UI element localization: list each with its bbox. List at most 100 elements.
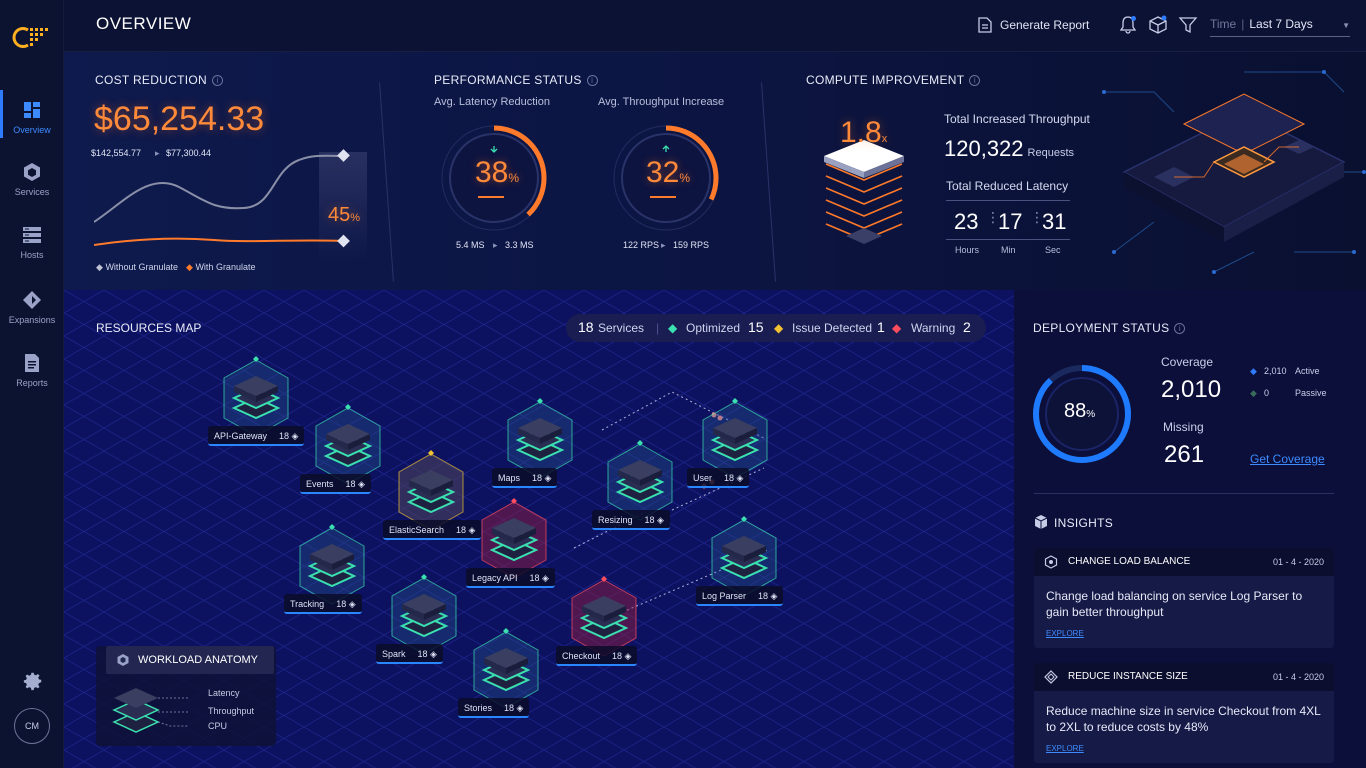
service-count: 18 ◈ — [724, 473, 744, 483]
legend-with: ◆ With Granulate — [186, 262, 256, 272]
service-count: 18 ◈ — [504, 703, 524, 713]
generate-report-button[interactable]: Generate Report — [978, 17, 1089, 33]
sidebar-item-hosts[interactable]: Hosts — [0, 215, 64, 271]
service-count: 18 ◈ — [612, 651, 632, 661]
logo-icon[interactable] — [12, 24, 52, 50]
time-range-select[interactable]: Time | Last 7 Days ▼ — [1210, 17, 1350, 37]
cost-reduction-value: $65,254.33 — [94, 100, 265, 138]
service-node-label[interactable]: Maps 18 ◈ — [492, 468, 558, 488]
service-name: Tracking — [290, 599, 325, 609]
panel-divider — [1034, 493, 1334, 494]
gear-icon[interactable] — [22, 670, 44, 692]
get-coverage-link[interactable]: Get Coverage — [1250, 452, 1325, 466]
time-label: Time — [1210, 17, 1237, 31]
sidebar-item-label: Services — [14, 187, 50, 197]
gauge-underline — [478, 196, 504, 198]
passive-label: Passive — [1295, 388, 1327, 398]
avatar[interactable]: CM — [14, 708, 50, 744]
service-count: 18 ◈ — [345, 479, 365, 489]
info-icon[interactable]: i — [1174, 323, 1186, 334]
service-node-label[interactable]: Events 18 ◈ — [300, 474, 371, 494]
service-name: Spark — [382, 649, 406, 659]
service-node-label[interactable]: User 18 ◈ — [687, 468, 750, 488]
throughput-total: 120,322 Requests — [944, 136, 1075, 161]
latency-from: 5.4 MS — [456, 240, 485, 250]
diamond-icon — [23, 291, 41, 309]
coverage-value: 2,010 — [1161, 376, 1222, 403]
sidebar-item-services[interactable]: Services — [0, 152, 64, 208]
legend-without: ◆ Without Granulate — [96, 262, 178, 272]
filter-icon[interactable] — [1178, 15, 1198, 35]
legend-divider: | — [656, 321, 660, 335]
workload-anatomy-title[interactable]: WORKLOAD ANATOMY — [106, 646, 275, 674]
info-icon[interactable]: i — [969, 75, 981, 86]
bell-icon[interactable] — [1118, 15, 1138, 35]
passive-icon: ◆ — [1250, 388, 1257, 398]
timer-hours: 23 — [954, 209, 979, 234]
explore-link[interactable]: EXPLORE — [1046, 744, 1084, 753]
info-icon[interactable]: i — [211, 75, 223, 86]
service-node-label[interactable]: Checkout 18 ◈ — [556, 646, 638, 666]
sidebar: Overview Services Hosts Expansions Repor… — [0, 0, 64, 768]
sidebar-item-reports[interactable]: Reports — [0, 343, 64, 399]
cost-chart — [94, 149, 367, 262]
active-label: Active — [1295, 366, 1320, 376]
timer-top-rule — [946, 200, 1070, 201]
insight-card: CHANGE LOAD BALANCE 01 - 4 - 2020 Change… — [1034, 548, 1334, 648]
service-count: 18 ◈ — [417, 649, 437, 659]
service-count: 18 ◈ — [279, 431, 299, 441]
timer-minutes: 17 — [998, 209, 1023, 234]
service-count: 18 ◈ — [529, 573, 549, 583]
performance-title: PERFORMANCE STATUS i — [434, 73, 598, 87]
service-count: 18 ◈ — [336, 599, 356, 609]
document-icon — [978, 17, 992, 33]
latency-label: Avg. Latency Reduction — [434, 96, 550, 108]
info-icon[interactable]: i — [586, 75, 598, 86]
missing-value: 261 — [1164, 441, 1205, 468]
throughput-value: 32% — [646, 156, 691, 189]
sidebar-item-overview[interactable]: Overview — [0, 90, 64, 146]
service-name: Events — [306, 479, 334, 489]
document-icon — [25, 354, 39, 372]
active-count: 2,010 — [1264, 366, 1287, 376]
service-name: Checkout — [562, 651, 601, 661]
optimized-count: 15 — [748, 319, 764, 335]
resources-map: RESOURCES MAP 18 Services | ◆ Optimized … — [64, 290, 1014, 768]
generate-report-label: Generate Report — [1000, 18, 1090, 32]
service-node-label[interactable]: Legacy API 18 ◈ — [466, 568, 555, 588]
insight-date: 01 - 4 - 2020 — [1272, 557, 1324, 567]
box-icon[interactable] — [1148, 15, 1168, 35]
throughput-from: 122 RPS — [623, 240, 660, 250]
missing-label: Missing — [1163, 420, 1204, 434]
service-count: 18 ◈ — [532, 473, 552, 483]
compute-multiplier: 1.8x — [840, 116, 888, 149]
service-node-label[interactable]: Tracking 18 ◈ — [284, 594, 362, 614]
warning-icon: ◆ — [892, 321, 902, 335]
throughput-label: Avg. Throughput Increase — [598, 96, 725, 108]
insight-body: Reduce machine size in service Checkout … — [1046, 704, 1321, 734]
warning-label: Warning — [911, 321, 956, 335]
sidebar-item-label: Expansions — [8, 315, 56, 325]
explore-link[interactable]: EXPLORE — [1046, 629, 1084, 638]
header: OVERVIEW Generate Report Time | Last 7 Day… — [64, 0, 1366, 52]
resources-map-title: RESOURCES MAP — [96, 321, 202, 335]
divider — [379, 82, 394, 282]
service-node-label[interactable]: Log Parser 18 ◈ — [696, 586, 784, 606]
service-node-label[interactable]: API-Gateway 18 ◈ — [208, 426, 305, 446]
sidebar-item-label: Hosts — [20, 250, 44, 260]
insights-title: INSIGHTS — [1054, 516, 1114, 530]
insight-title: CHANGE LOAD BALANCE 01 - 4 - 2020 — [1034, 548, 1334, 576]
issue-label: Issue Detected — [792, 321, 873, 335]
service-node-label[interactable]: ElasticSearch 18 ◈ — [383, 520, 482, 540]
service-name: API-Gateway — [214, 431, 268, 441]
time-value: Last 7 Days — [1249, 17, 1313, 31]
issue-icon: ◆ — [774, 321, 784, 335]
service-node-label[interactable]: Resizing 18 ◈ — [592, 510, 670, 530]
service-node-label[interactable]: Spark 18 ◈ — [376, 644, 443, 664]
deployment-panel: DEPLOYMENT STATUS i 88% Coverage 2,010 Mi… — [1014, 290, 1366, 768]
services-count: 18 — [578, 319, 594, 335]
sidebar-item-expansions[interactable]: Expansions — [0, 280, 64, 336]
workload-anatomy-panel: WORKLOAD ANATOMY Latency Throughput CPU — [96, 646, 276, 746]
service-node-label[interactable]: Stories 18 ◈ — [458, 698, 530, 718]
optimized-icon: ◆ — [668, 321, 678, 335]
